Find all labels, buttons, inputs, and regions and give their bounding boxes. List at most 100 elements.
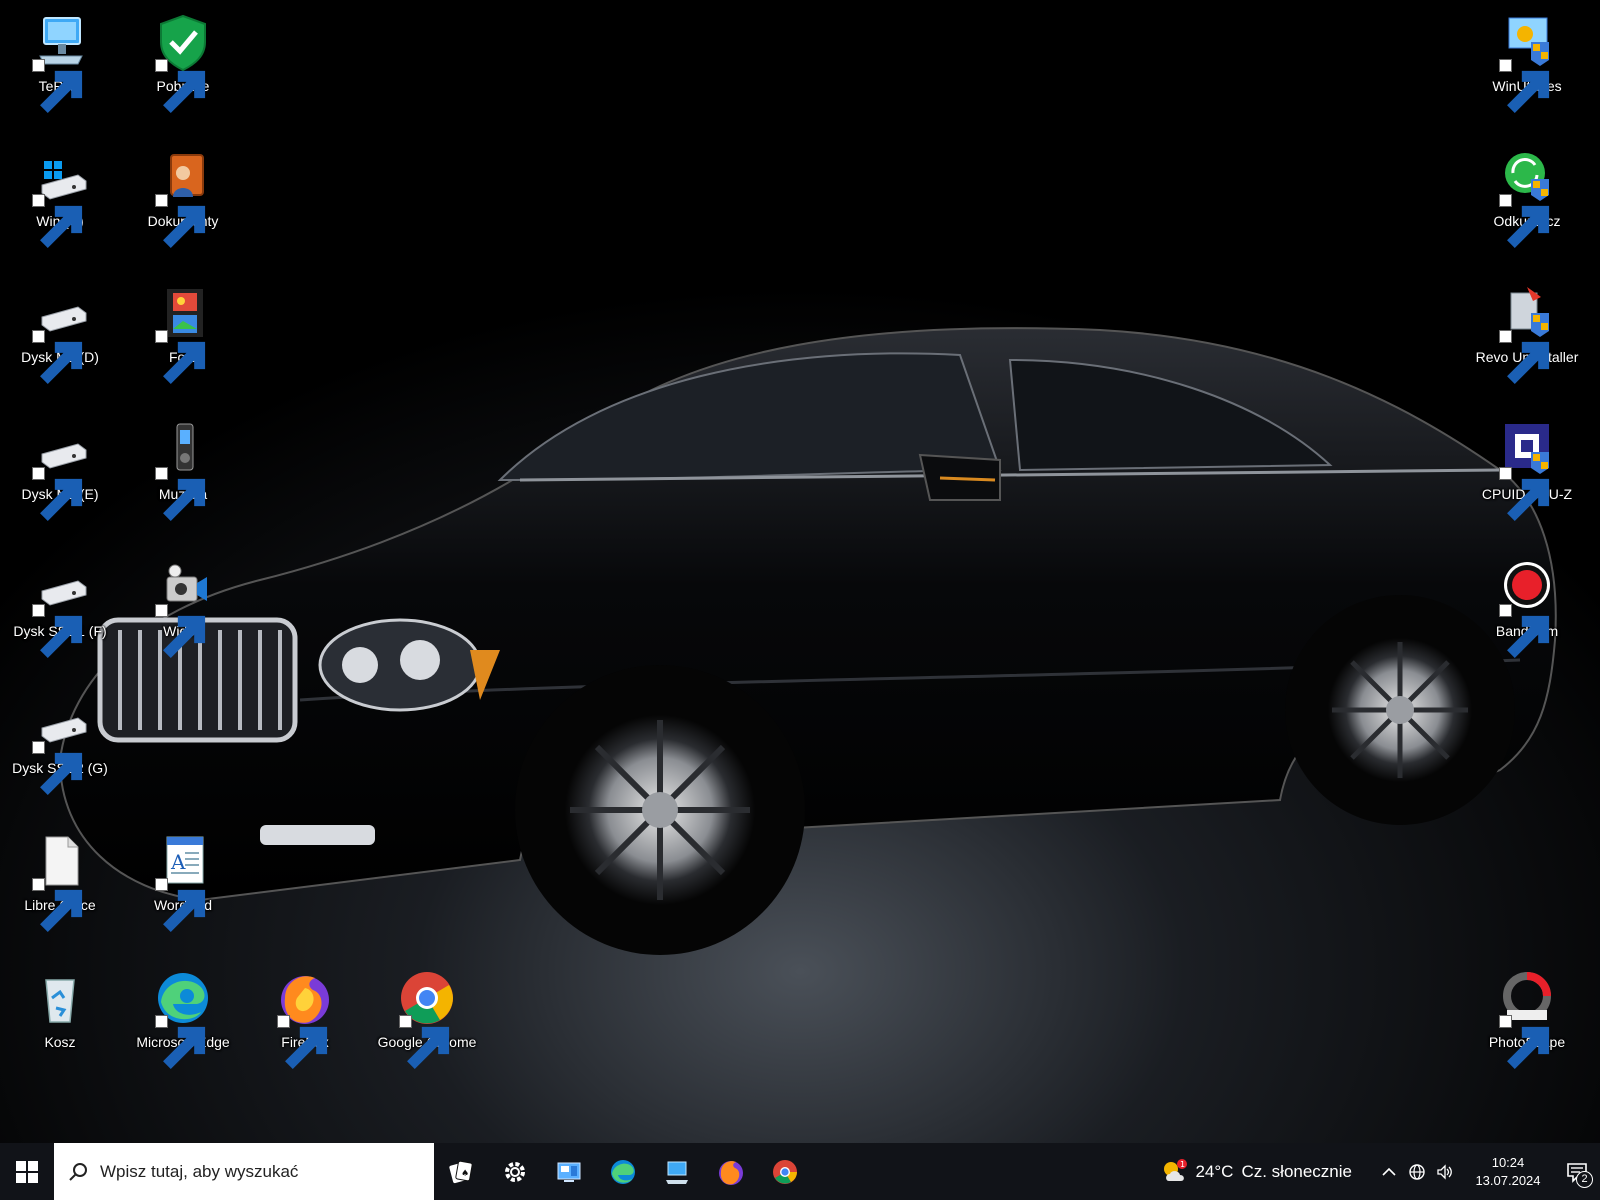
show-hidden-icons-button[interactable] [1376,1143,1402,1200]
chrome-icon [773,1159,797,1184]
shortcut-arrow-icon [32,467,83,521]
desktop-icon-winutilities[interactable]: WinUtilities [1472,2,1582,122]
wordpad-icon: A [153,831,213,932]
shortcut-arrow-icon [1499,604,1550,658]
desktop-icon-google-chrome[interactable]: Google Chrome [372,958,482,1078]
desktop-icon-libre-office[interactable]: Libre Office [5,821,115,941]
photoscape-icon [1497,968,1557,1069]
desktop-icon-wideo[interactable]: Wideo [128,547,238,667]
action-center-button[interactable]: 2 [1554,1143,1600,1200]
desktop-icon-bandicam[interactable]: Bandicam [1472,547,1582,667]
taskbar-edge[interactable] [596,1143,650,1200]
solitaire-icon: ♠ [449,1160,473,1183]
music-player-icon [153,420,213,521]
taskbar-clock[interactable]: 10:24 13.07.2024 [1468,1154,1548,1190]
taskbar-search-box[interactable]: Wpisz tutaj, aby wyszukać [54,1143,434,1200]
desktop-icon-terra[interactable]: TeRRa [5,2,115,122]
shortcut-arrow-icon [277,1015,328,1069]
taskbar-chrome[interactable] [758,1143,812,1200]
shortcut-arrow-icon [1499,194,1550,248]
icon-label: Kosz [44,1034,76,1050]
shortcut-arrow-icon [155,194,206,248]
shortcut-arrow-icon [32,878,83,932]
drive-icon [30,557,90,658]
taskbar-settings[interactable] [488,1143,542,1200]
edge-icon [153,968,213,1069]
desktop-icon-wordpad[interactable]: A WordPad [128,821,238,941]
desktop-icon-dysk-ssd2-g[interactable]: Dysk SSD2 (G) [5,684,115,804]
shortcut-arrow-icon [155,330,206,384]
globe-icon [1409,1163,1425,1180]
shortcut-arrow-icon [155,1015,206,1069]
shortcut-arrow-icon [1499,1015,1550,1069]
firefox-icon [275,968,335,1069]
weather-condition: Cz. słonecznie [1241,1161,1352,1181]
shortcut-arrow-icon [1499,330,1550,384]
shortcut-arrow-icon [32,604,83,658]
network-button[interactable] [1404,1143,1430,1200]
shortcut-arrow-icon [32,741,83,795]
this-pc-icon [666,1161,688,1184]
weather-widget[interactable]: 1 24°C Cz. słonecznie [1159,1157,1352,1187]
desktop-icon-kosz[interactable]: Kosz [5,958,115,1078]
desktop-icon-pobrane[interactable]: Pobrane [128,2,238,122]
shortcut-arrow-icon [155,604,206,658]
taskbar-solitaire[interactable]: ♠ [434,1143,488,1200]
taskbar: Wpisz tutaj, aby wyszukać ♠ 1 24°C Cz. s… [0,1143,1600,1200]
document-page-icon [30,831,90,932]
clock-time: 10:24 [1491,1154,1525,1170]
desktop-icon-dysk-m2-d[interactable]: Dysk M2 (D) [5,273,115,393]
control-panel-icon [557,1162,581,1182]
desktop-icon-microsoft-edge[interactable]: Microsoft Edge [128,958,238,1078]
drive-icon [30,420,90,521]
taskbar-firefox[interactable] [704,1143,758,1200]
clock-date: 13.07.2024 [1475,1172,1541,1188]
weather-temperature: 24°C [1195,1161,1234,1181]
desktop-icon-revo-uninstaller[interactable]: Revo Uninstaller [1472,273,1582,393]
shortcut-arrow-icon [155,467,206,521]
record-button-icon [1497,557,1557,658]
shortcut-arrow-icon [32,59,83,113]
weather-alert-badge: 1 [1180,1160,1185,1169]
chevron-up-icon [1382,1167,1396,1176]
windows-logo-icon [16,1160,38,1183]
winutilities-icon [1497,12,1557,113]
documents-folder-icon [153,147,213,248]
svg-text:♠: ♠ [461,1169,469,1179]
drive-icon [30,283,90,384]
search-icon [69,1162,87,1181]
shortcut-arrow-icon [155,878,206,932]
desktop-icon-muzyka[interactable]: Muzyka [128,410,238,530]
start-button[interactable] [0,1143,54,1200]
speaker-icon [1437,1163,1452,1180]
video-camera-icon [153,557,213,658]
system-tray: 1 24°C Cz. słonecznie 10:24 13.07.2024 2 [1159,1143,1600,1200]
computer-monitor-icon [30,12,90,113]
firefox-icon [719,1160,743,1185]
taskbar-this-pc[interactable] [650,1143,704,1200]
shortcut-arrow-icon [1499,467,1550,521]
desktop-icon-foto[interactable]: Foto [128,273,238,393]
taskbar-control-panel[interactable] [542,1143,596,1200]
desktop-icon-dysk-m2-e[interactable]: Dysk M2 (E) [5,410,115,530]
drive-windows-icon [30,147,90,248]
desktop-icon-win-c[interactable]: Win (C) [5,137,115,257]
revo-uninstaller-icon [1497,283,1557,384]
shortcut-arrow-icon [1499,59,1550,113]
desktop-icon-photoscape[interactable]: PhotoScape [1472,958,1582,1078]
search-placeholder: Wpisz tutaj, aby wyszukać [100,1161,299,1181]
cpu-chip-icon [1497,420,1557,521]
desktop-icon-firefox[interactable]: FireFox [250,958,360,1078]
green-shield-check-icon [153,12,213,113]
shortcut-arrow-icon [32,194,83,248]
volume-button[interactable] [1432,1143,1458,1200]
notification-count-badge: 2 [1576,1171,1593,1188]
desktop-icon-cpuid-cpu-z[interactable]: CPUID CPU-Z [1472,410,1582,530]
desktop-icon-dokumenty[interactable]: Dokumenty [128,137,238,257]
settings-icon [505,1161,525,1182]
desktop-icon-dysk-ssd1-f[interactable]: Dysk SSD1 (F) [5,547,115,667]
desktop-icon-odkurzacz[interactable]: Odkurzacz [1472,137,1582,257]
shortcut-arrow-icon [32,330,83,384]
shortcut-arrow-icon [399,1015,450,1069]
desktop[interactable]: TeRRa Win (C) Dysk M2 (D) Dysk M2 (E) Dy… [0,0,1600,1143]
